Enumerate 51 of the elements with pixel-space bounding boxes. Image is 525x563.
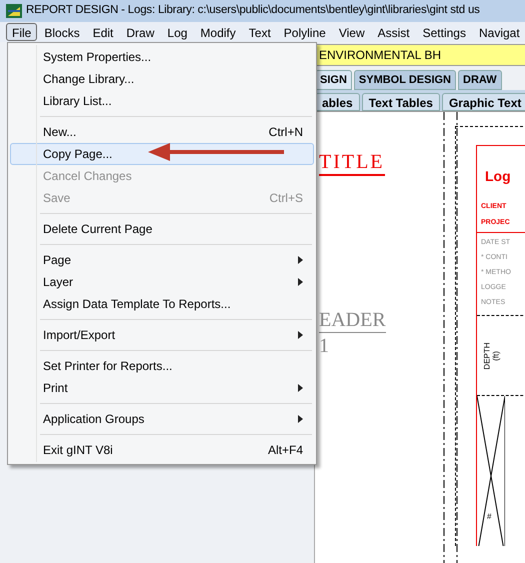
tab[interactable]: Text Tables xyxy=(362,93,440,111)
menu-button[interactable]: View xyxy=(332,23,371,41)
submenu-arrow-icon xyxy=(298,384,303,392)
window-title: REPORT DESIGN - Logs: Library: c:\users\public\documents\bentley\gint\libraries\gint std us xyxy=(26,3,480,18)
tab[interactable]: DRAW xyxy=(458,70,502,90)
menu-button[interactable]: Assist xyxy=(372,23,416,41)
menu-item[interactable]: Import/Export xyxy=(10,324,314,346)
menu-button[interactable]: File xyxy=(6,23,38,41)
menu-item[interactable]: System Properties... xyxy=(10,46,314,68)
menu-item[interactable]: New... Ctrl+N xyxy=(10,121,314,143)
shortcut-text: Ctrl+S xyxy=(269,190,303,207)
pointer-arrow-icon xyxy=(148,140,284,164)
menu-item[interactable]: Exit gINT V8i Alt+F4 xyxy=(10,439,314,461)
submenu-arrow-icon xyxy=(298,331,303,339)
submenu-arrow-icon xyxy=(298,256,303,264)
shortcut-text: Ctrl+N xyxy=(268,124,303,141)
depth-unit: (ft) xyxy=(492,350,501,360)
submenu-arrow-icon xyxy=(298,415,303,423)
menu-button[interactable]: Draw xyxy=(120,23,160,41)
tab[interactable]: Graphic Text xyxy=(442,93,525,111)
menu-item[interactable]: Print xyxy=(10,377,314,399)
submenu-arrow-icon xyxy=(298,278,303,286)
menu-item[interactable]: Copy Page... xyxy=(10,143,314,165)
menu-button[interactable]: Settings xyxy=(416,23,472,41)
menu-item[interactable]: Library List... xyxy=(10,90,314,112)
marker-text: # xyxy=(487,511,492,523)
menu-item[interactable]: Set Printer for Reports... xyxy=(10,355,314,377)
menu-button[interactable]: Edit xyxy=(86,23,120,41)
menu-item[interactable]: Change Library... xyxy=(10,68,314,90)
header-number-text: 1 xyxy=(319,334,329,358)
menu-item[interactable]: Delete Current Page xyxy=(10,218,314,240)
tab[interactable]: SIGN xyxy=(315,70,352,90)
menu-button[interactable]: Polyline xyxy=(278,23,332,41)
depth-label: DEPTH xyxy=(482,342,492,370)
tab[interactable]: ables xyxy=(315,93,360,111)
menu-button[interactable]: Navigat xyxy=(472,23,525,41)
menu-item[interactable]: Assign Data Template To Reports... xyxy=(10,293,314,315)
menu-button[interactable]: Text xyxy=(242,23,277,41)
header-placeholder-text: EADER xyxy=(319,308,386,333)
menu-button[interactable]: Modify xyxy=(194,23,242,41)
shortcut-text: Alt+F4 xyxy=(268,442,303,459)
tab[interactable]: SYMBOL DESIGN xyxy=(354,70,456,90)
menu-item[interactable]: Page xyxy=(10,249,314,271)
menu-button[interactable]: Log xyxy=(161,23,194,41)
menu-button[interactable]: Blocks xyxy=(38,23,86,41)
app-logo-icon xyxy=(6,4,22,18)
menu-item[interactable]: Application Groups xyxy=(10,408,314,430)
report-name-field[interactable]: ENVIRONMENTAL BH xyxy=(315,44,525,66)
menu-item[interactable]: Layer xyxy=(10,271,314,293)
form-heading: Log xyxy=(485,167,512,186)
title-placeholder-text: TITLE xyxy=(319,150,385,176)
